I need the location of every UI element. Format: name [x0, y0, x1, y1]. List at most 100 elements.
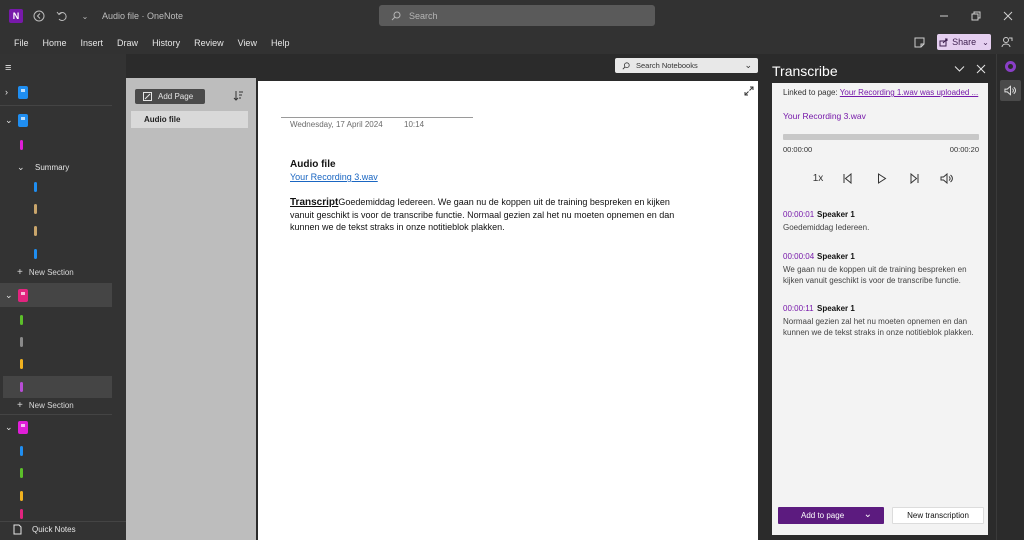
share-icon — [939, 38, 948, 46]
sticky-notes-icon[interactable] — [912, 35, 926, 49]
search-icon — [622, 61, 630, 69]
section-tab-icon — [34, 182, 37, 192]
section-tab-icon — [20, 509, 23, 519]
section-item[interactable] — [0, 220, 112, 242]
search-placeholder: Search — [409, 10, 438, 21]
recording-link[interactable]: Your Recording 3.wav — [290, 172, 378, 182]
playback-speed-button[interactable]: 1x — [809, 171, 827, 185]
segment-timestamp[interactable]: 00:00:04 — [783, 252, 814, 261]
menu-file[interactable]: File — [7, 38, 36, 48]
section-item[interactable] — [0, 485, 112, 507]
section-item[interactable] — [0, 440, 112, 462]
section-item[interactable] — [0, 309, 112, 331]
section-group-label: Summary — [35, 162, 70, 172]
page-heading: Audio file — [290, 159, 336, 170]
segment-text[interactable]: Normaal gezien zal het nu moeten opnemen… — [783, 316, 981, 338]
back-icon[interactable] — [32, 9, 46, 23]
transcribe-pane: Transcribe Linked to page: Your Recordin… — [764, 54, 996, 540]
skip-back-icon[interactable] — [840, 171, 854, 185]
section-item[interactable] — [0, 243, 112, 265]
title-search-box[interactable]: Search — [379, 5, 655, 26]
page-list: Add Page Audio file — [126, 78, 256, 540]
notebook-2[interactable]: ⌄ — [0, 108, 112, 132]
section-item[interactable] — [0, 507, 112, 521]
hamburger-menu-icon[interactable]: ≡ — [5, 62, 11, 74]
chevron-down-icon[interactable]: ⌄ — [744, 60, 752, 71]
chevron-down-icon[interactable] — [954, 63, 965, 77]
customize-quick-access-icon[interactable]: ⌄ — [78, 9, 92, 23]
section-tab-icon — [20, 446, 23, 456]
menu-view[interactable]: View — [231, 38, 264, 48]
skip-forward-icon[interactable] — [907, 171, 921, 185]
section-tab-icon — [34, 204, 37, 214]
playback-progress-bar[interactable] — [783, 134, 979, 140]
close-pane-icon[interactable] — [976, 63, 986, 77]
section-item[interactable] — [0, 331, 112, 353]
transcribe-tool-icon[interactable] — [1000, 80, 1021, 101]
new-section-button[interactable]: + New Section — [17, 400, 74, 411]
add-page-label: Add Page — [158, 92, 194, 101]
new-section-button[interactable]: + New Section — [17, 267, 74, 278]
sort-icon[interactable] — [233, 90, 244, 104]
segment-speaker: Speaker 1 — [817, 304, 855, 313]
copilot-icon[interactable] — [1000, 56, 1021, 77]
volume-icon[interactable] — [939, 171, 955, 185]
quick-notes-button[interactable]: Quick Notes — [13, 524, 76, 535]
chevron-down-icon[interactable]: ⌄ — [864, 509, 872, 520]
recording-name[interactable]: Your Recording 3.wav — [783, 111, 866, 121]
menu-insert[interactable]: Insert — [74, 38, 111, 48]
page-title-line — [281, 117, 473, 118]
quick-notes-label: Quick Notes — [32, 525, 76, 534]
coauthor-icon[interactable] — [1000, 35, 1014, 49]
add-page-button[interactable]: Add Page — [135, 89, 205, 104]
section-tab-icon — [20, 491, 23, 501]
section-group-summary[interactable]: ⌄ Summary — [0, 156, 112, 178]
minimize-icon[interactable] — [936, 8, 952, 24]
menu-home[interactable]: Home — [36, 38, 74, 48]
section-item-selected[interactable] — [3, 376, 112, 398]
notebook-icon — [18, 420, 28, 434]
onenote-logo-icon: N — [9, 9, 23, 23]
plus-icon: + — [17, 267, 23, 278]
close-icon[interactable] — [1000, 8, 1016, 24]
menu-help[interactable]: Help — [264, 38, 297, 48]
undo-icon[interactable] — [55, 9, 69, 23]
new-transcription-button[interactable]: New transcription — [892, 507, 984, 524]
search-icon — [391, 11, 401, 20]
page-item-audio-file[interactable]: Audio file — [131, 111, 248, 128]
segment-timestamp[interactable]: 00:00:11 — [783, 304, 814, 313]
title-bar: N ⌄ Audio file · OneNote Search — [0, 0, 1024, 32]
menu-history[interactable]: History — [145, 38, 187, 48]
section-tab-icon — [34, 226, 37, 236]
segment-text[interactable]: Goedemiddag Iedereen. — [783, 222, 981, 233]
section-item[interactable] — [0, 462, 112, 484]
divider — [0, 105, 112, 106]
chevron-down-icon: ⌄ — [982, 37, 989, 47]
share-button[interactable]: Share ⌄ — [937, 34, 991, 50]
transcribe-title: Transcribe — [772, 63, 838, 79]
transcript-text[interactable]: TranscriptGoedemiddag Iedereen. We gaan … — [290, 196, 690, 233]
segment-timestamp[interactable]: 00:00:01 — [783, 210, 814, 219]
segment-text[interactable]: We gaan nu de koppen uit de training bes… — [783, 264, 981, 286]
section-item[interactable] — [0, 353, 112, 375]
search-notebooks-box[interactable]: Search Notebooks ⌄ — [615, 58, 758, 73]
search-notebooks-placeholder: Search Notebooks — [636, 61, 698, 70]
notebook-1[interactable]: › — [0, 80, 112, 104]
new-section-label: New Section — [28, 268, 74, 277]
menu-draw[interactable]: Draw — [110, 38, 145, 48]
expand-icon[interactable] — [744, 86, 754, 99]
section-item[interactable] — [0, 134, 112, 156]
new-section-label: New Section — [28, 401, 74, 410]
restore-icon[interactable] — [968, 8, 984, 24]
notebook-3[interactable]: ⌄ — [0, 283, 112, 307]
linked-page-link[interactable]: Your Recording 1.wav was uploaded ... — [840, 88, 978, 97]
section-item[interactable] — [0, 198, 112, 220]
add-page-icon — [143, 92, 152, 101]
transcript-label: Transcript — [290, 197, 339, 208]
add-to-page-button[interactable]: Add to page ⌄ — [778, 507, 884, 524]
menu-review[interactable]: Review — [187, 38, 231, 48]
page-canvas[interactable]: Wednesday, 17 April 2024 10:14 Audio fil… — [258, 81, 758, 540]
play-icon[interactable] — [874, 171, 888, 185]
section-item[interactable] — [0, 176, 112, 198]
notebook-4[interactable]: ⌄ — [0, 415, 112, 439]
